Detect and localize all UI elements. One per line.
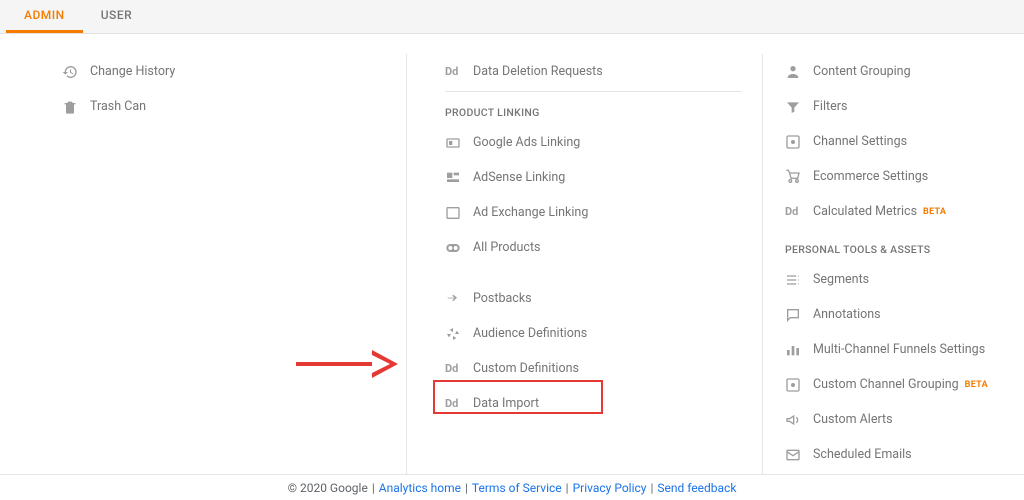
- scheduled-emails-link[interactable]: Scheduled Emails: [785, 437, 1024, 472]
- tab-admin[interactable]: ADMIN: [6, 0, 83, 33]
- history-icon: [62, 64, 90, 80]
- content-grouping-label: Content Grouping: [813, 64, 911, 79]
- property-column: Dd Data Deletion Requests PRODUCT LINKIN…: [406, 54, 762, 474]
- change-history-link[interactable]: Change History: [62, 54, 406, 89]
- segments-icon: [785, 272, 813, 288]
- ecommerce-link[interactable]: Ecommerce Settings: [785, 159, 1024, 194]
- audience-definitions-link[interactable]: Audience Definitions: [445, 316, 762, 351]
- terms-link[interactable]: Terms of Service: [472, 481, 562, 495]
- footer: © 2020 Google | Analytics home | Terms o…: [0, 474, 1024, 500]
- person-icon: [785, 64, 813, 80]
- dd-icon: Dd: [445, 65, 473, 78]
- calculated-metrics-label: Calculated Metrics: [813, 204, 917, 219]
- trash-can-link[interactable]: Trash Can: [62, 89, 406, 124]
- channel-icon: [785, 134, 813, 150]
- postbacks-link[interactable]: Postbacks: [445, 281, 762, 316]
- filters-label: Filters: [813, 99, 847, 114]
- view-column: Content Grouping Filters Channel Setting…: [762, 54, 1024, 474]
- audience-icon: [445, 326, 473, 342]
- custom-alerts-label: Custom Alerts: [813, 412, 893, 427]
- privacy-link[interactable]: Privacy Policy: [573, 481, 647, 495]
- custom-definitions-link[interactable]: Dd Custom Definitions: [445, 351, 762, 386]
- beta-badge: BETA: [965, 380, 988, 390]
- data-import-link[interactable]: Dd Data Import: [445, 386, 762, 421]
- content-grouping-link[interactable]: Content Grouping: [785, 54, 1024, 89]
- bars-icon: [785, 342, 813, 358]
- feedback-link[interactable]: Send feedback: [657, 481, 736, 495]
- google-ads-label: Google Ads Linking: [473, 135, 580, 150]
- dd-icon: Dd: [785, 205, 813, 218]
- channel-settings-link[interactable]: Channel Settings: [785, 124, 1024, 159]
- data-deletion-link[interactable]: Dd Data Deletion Requests: [445, 54, 762, 89]
- ad-exchange-label: Ad Exchange Linking: [473, 205, 588, 220]
- megaphone-icon: [785, 412, 813, 428]
- custom-alerts-link[interactable]: Custom Alerts: [785, 402, 1024, 437]
- adsense-label: AdSense Linking: [473, 170, 565, 185]
- segments-label: Segments: [813, 272, 869, 287]
- all-products-link[interactable]: All Products: [445, 230, 762, 265]
- dd-icon: Dd: [445, 397, 473, 410]
- filters-link[interactable]: Filters: [785, 89, 1024, 124]
- exchange-icon: [445, 205, 473, 221]
- dd-icon: Dd: [445, 362, 473, 375]
- google-ads-link[interactable]: Google Ads Linking: [445, 125, 762, 160]
- copyright: © 2020 Google: [288, 481, 368, 495]
- beta-badge: BETA: [923, 207, 946, 217]
- personal-tools-header: PERSONAL TOOLS & ASSETS: [785, 243, 1024, 256]
- divider: [445, 91, 742, 92]
- ads-icon: [445, 135, 473, 151]
- comment-icon: [785, 307, 813, 323]
- custom-definitions-label: Custom Definitions: [473, 361, 579, 376]
- adsense-icon: [445, 170, 473, 186]
- mail-icon: [785, 447, 813, 463]
- ecommerce-label: Ecommerce Settings: [813, 169, 928, 184]
- channel-settings-label: Channel Settings: [813, 134, 907, 149]
- filter-icon: [785, 99, 813, 115]
- trash-can-label: Trash Can: [90, 99, 146, 114]
- top-tabs: ADMIN USER: [0, 0, 1024, 34]
- custom-channel-link[interactable]: Custom Channel Grouping BETA: [785, 367, 1024, 402]
- postbacks-label: Postbacks: [473, 291, 532, 306]
- channel-icon: [785, 377, 813, 393]
- data-deletion-label: Data Deletion Requests: [473, 64, 603, 79]
- audience-definitions-label: Audience Definitions: [473, 326, 587, 341]
- ad-exchange-link[interactable]: Ad Exchange Linking: [445, 195, 762, 230]
- cart-icon: [785, 169, 813, 185]
- segments-link[interactable]: Segments: [785, 262, 1024, 297]
- postbacks-icon: [445, 291, 473, 307]
- multi-channel-label: Multi-Channel Funnels Settings: [813, 342, 985, 357]
- custom-channel-label: Custom Channel Grouping: [813, 377, 959, 392]
- tab-user[interactable]: USER: [83, 0, 150, 33]
- annotations-label: Annotations: [813, 307, 881, 322]
- products-icon: [445, 242, 473, 254]
- data-import-label: Data Import: [473, 396, 539, 411]
- product-linking-header: PRODUCT LINKING: [445, 106, 762, 119]
- adsense-link[interactable]: AdSense Linking: [445, 160, 762, 195]
- change-history-label: Change History: [90, 64, 175, 79]
- annotations-link[interactable]: Annotations: [785, 297, 1024, 332]
- analytics-home-link[interactable]: Analytics home: [379, 481, 461, 495]
- trash-icon: [62, 99, 90, 115]
- calculated-metrics-link[interactable]: Dd Calculated Metrics BETA: [785, 194, 1024, 229]
- scheduled-emails-label: Scheduled Emails: [813, 447, 912, 462]
- all-products-label: All Products: [473, 240, 541, 255]
- multi-channel-link[interactable]: Multi-Channel Funnels Settings: [785, 332, 1024, 367]
- account-column: Change History Trash Can: [0, 54, 406, 474]
